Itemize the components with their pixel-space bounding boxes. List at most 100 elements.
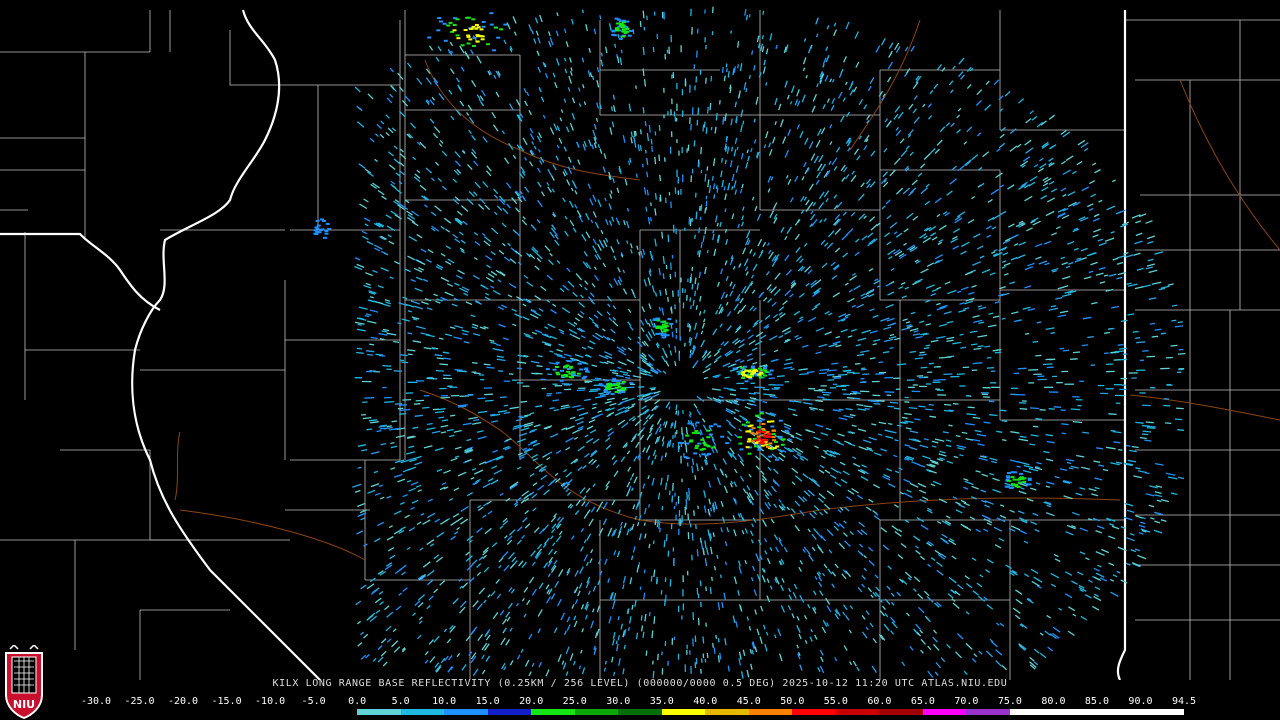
echo-speckle — [647, 475, 650, 480]
echo-speckle — [1093, 595, 1102, 602]
echo-speckle — [1080, 615, 1088, 621]
echo-speckle — [569, 653, 574, 661]
echo-speckle — [502, 618, 508, 625]
echo-speckle — [948, 424, 953, 427]
storm-cell-pixel — [1016, 485, 1021, 488]
echo-speckle — [599, 148, 603, 154]
echo-speckle — [758, 291, 765, 299]
echo-speckle — [830, 467, 839, 473]
echo-speckle — [796, 616, 800, 621]
echo-speckle — [742, 649, 746, 657]
echo-speckle — [431, 96, 436, 101]
echo-speckle — [771, 485, 777, 493]
echo-speckle — [923, 438, 929, 441]
storm-cell-pixel — [751, 371, 756, 374]
echo-speckle — [440, 396, 451, 399]
echo-speckle — [386, 535, 394, 541]
echo-speckle — [1054, 475, 1060, 479]
echo-speckle — [794, 175, 799, 183]
echo-speckle — [906, 323, 912, 327]
echo-speckle — [385, 625, 392, 632]
echo-speckle — [1135, 220, 1142, 224]
echo-speckle — [838, 523, 845, 529]
echo-speckle — [661, 506, 664, 511]
echo-speckle — [526, 91, 530, 97]
echo-speckle — [909, 151, 914, 157]
echo-speckle — [861, 583, 866, 588]
echo-speckle — [501, 304, 508, 309]
echo-speckle — [799, 316, 804, 320]
echo-speckle — [794, 334, 799, 338]
echo-speckle — [498, 557, 504, 563]
echo-speckle — [1177, 476, 1185, 480]
echo-speckle — [782, 300, 788, 306]
echo-speckle — [726, 68, 728, 73]
echo-speckle — [493, 469, 503, 475]
echo-speckle — [604, 558, 608, 565]
echo-speckle — [1165, 472, 1176, 476]
storm-cell-pixel — [614, 17, 619, 20]
echo-speckle — [1080, 247, 1088, 252]
echo-speckle — [694, 290, 697, 297]
storm-cell-pixel — [623, 31, 628, 34]
echo-speckle — [1160, 519, 1167, 523]
echo-speckle — [786, 94, 790, 100]
echo-speckle — [778, 456, 784, 462]
echo-speckle — [649, 217, 652, 222]
echo-speckle — [574, 417, 584, 422]
echo-speckle — [605, 219, 609, 226]
echo-speckle — [616, 187, 620, 194]
echo-speckle — [658, 423, 662, 429]
echo-speckle — [950, 89, 954, 94]
echo-speckle — [433, 554, 440, 560]
echo-speckle — [826, 605, 832, 613]
echo-speckle — [742, 247, 747, 255]
echo-speckle — [549, 127, 555, 135]
echo-speckle — [1073, 247, 1079, 251]
echo-speckle — [498, 323, 506, 328]
echo-speckle — [831, 274, 838, 280]
echo-speckle — [833, 521, 840, 527]
echo-speckle — [558, 343, 565, 347]
echo-speckle — [1094, 213, 1100, 217]
echo-speckle — [533, 145, 537, 150]
echo-speckle — [727, 182, 731, 191]
echo-speckle — [506, 616, 511, 622]
echo-speckle — [639, 586, 642, 591]
echo-speckle — [379, 496, 385, 500]
echo-speckle — [842, 611, 846, 616]
echo-speckle — [688, 487, 690, 496]
echo-speckle — [632, 504, 636, 510]
echo-speckle — [881, 205, 886, 210]
echo-speckle — [629, 527, 633, 532]
echo-speckle — [815, 327, 825, 332]
echo-speckle — [802, 473, 809, 479]
storm-cell-pixel — [739, 448, 744, 451]
echo-speckle — [459, 600, 467, 608]
echo-speckle — [454, 238, 461, 244]
echo-speckle — [618, 350, 627, 356]
echo-speckle — [978, 650, 983, 655]
storm-cell-pixel — [584, 367, 589, 370]
echo-speckle — [440, 424, 449, 428]
echo-speckle — [874, 278, 879, 282]
echo-speckle — [905, 427, 912, 430]
echo-speckle — [390, 180, 396, 185]
storm-cell-pixel — [622, 388, 627, 391]
echo-speckle — [953, 455, 959, 459]
echo-speckle — [374, 158, 378, 163]
echo-speckle — [427, 498, 433, 502]
echo-speckle — [833, 525, 839, 531]
echo-speckle — [697, 107, 700, 116]
echo-speckle — [430, 211, 437, 217]
echo-speckle — [935, 662, 941, 669]
color-scale-bar — [96, 709, 1184, 715]
echo-speckle — [356, 328, 366, 332]
echo-speckle — [919, 489, 927, 494]
echo-speckle — [550, 535, 554, 540]
echo-speckle — [729, 423, 734, 428]
echo-speckle — [685, 427, 688, 435]
echo-speckle — [822, 619, 828, 627]
echo-speckle — [809, 201, 814, 207]
echo-speckle — [734, 358, 741, 363]
